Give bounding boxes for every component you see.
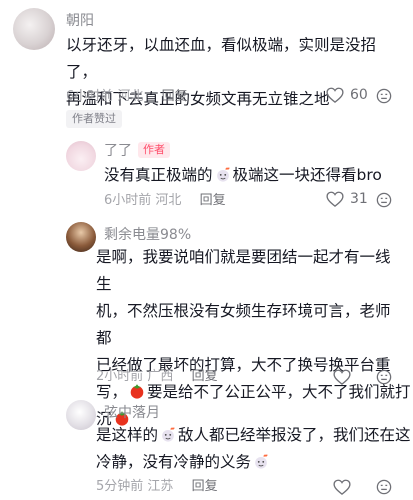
comment-location: 广西 (147, 369, 174, 384)
avatar[interactable] (66, 222, 96, 252)
comment-line: 以牙还牙，以血还血，看似极端，实则是没招了， (66, 36, 377, 81)
comment-time: 6小时前 (66, 89, 114, 104)
comment-item: 了了 作者 没有真正极端的 极端这一块还得看bro 6小时前 河北 回复 31 (0, 140, 413, 214)
commenter-name-text: 了了 (104, 143, 132, 159)
comment-meta: 6小时前 河北 回复 (66, 88, 188, 106)
comment-text-part: 敌人都已经举报没了，我们还在这 (178, 426, 411, 444)
comment-item: 朝阳 以牙还牙，以血还血，看似极端，实则是没招了， 再温和下去真正的女频文再无立… (0, 0, 413, 140)
comment-text-part: 是这样的 (96, 426, 159, 444)
like-count: 31 (350, 191, 368, 207)
bomb-emoji-icon (255, 454, 268, 469)
dislike-face-icon[interactable] (376, 369, 392, 385)
heart-outline-icon (326, 87, 344, 103)
comment-location: 河北 (117, 89, 144, 104)
heart-outline-icon (326, 191, 344, 207)
comment-text: 是这样的 敌人都已经举报没了，我们还在这 冷静，没有冷静的义务 (96, 422, 411, 476)
like-button[interactable]: 31 (326, 191, 368, 207)
avatar[interactable] (13, 8, 55, 50)
comment-time: 2小时前 (96, 369, 144, 384)
dislike-face-icon[interactable] (376, 192, 392, 208)
dislike-face-icon[interactable] (376, 88, 392, 104)
comment-time: 5分钟前 (96, 479, 144, 494)
comment-text-part: 没有真正极端的 (104, 166, 213, 184)
comment-meta: 6小时前 河北 回复 (104, 192, 226, 210)
author-liked-badge: 作者赞过 (66, 110, 122, 128)
reply-button[interactable]: 回复 (200, 193, 226, 208)
reply-button[interactable]: 回复 (162, 89, 188, 104)
reply-button[interactable]: 回复 (192, 479, 218, 494)
comment-line: 冷静，没有冷静的义务 (96, 449, 401, 476)
commenter-name[interactable]: 弦中落月 (104, 404, 160, 422)
comment-line: 是啊，我要说咱们就是要团结一起才有一线生 (96, 248, 391, 293)
commenter-name[interactable]: 朝阳 (66, 12, 94, 30)
bomb-emoji-icon (162, 427, 175, 442)
comment-time: 6小时前 (104, 193, 152, 208)
comment-line: 机，不然压根没有女频生存环境可言，老师都 (96, 302, 391, 347)
bomb-emoji-icon (216, 167, 230, 182)
avatar[interactable] (66, 141, 96, 171)
dislike-face-icon[interactable] (376, 479, 392, 495)
comment-text: 没有真正极端的 极端这一块还得看bro (104, 162, 394, 189)
comment-location: 河北 (155, 193, 182, 208)
commenter-name[interactable]: 剩余电量98% (104, 226, 191, 244)
like-button[interactable]: 60 (326, 87, 368, 103)
avatar[interactable] (66, 400, 96, 430)
comment-meta: 2小时前 广西 回复 (96, 368, 218, 386)
comment-item: 弦中落月 是这样的 敌人都已经举报没了，我们还在这 冷静，没有冷静的义务 5分钟前… (0, 400, 413, 500)
comment-location: 江苏 (147, 479, 174, 494)
reply-button[interactable]: 回复 (192, 369, 218, 384)
comment-meta: 5分钟前 江苏 回复 (96, 478, 218, 496)
commenter-name[interactable]: 了了 作者 (104, 142, 170, 160)
comment-item: 剩余电量98% 是啊，我要说咱们就是要团结一起才有一线生 机，不然压根没有女频生… (0, 222, 413, 428)
comment-text-part: 极端这一块还得看bro (232, 166, 382, 184)
comment-line: 是这样的 敌人都已经举报没了，我们还在这 (96, 422, 411, 449)
heart-outline-icon[interactable] (333, 369, 351, 385)
like-count: 60 (350, 87, 368, 103)
comment-text-part: 冷静，没有冷静的义务 (96, 453, 252, 471)
heart-outline-icon[interactable] (333, 479, 351, 495)
author-tag: 作者 (138, 142, 170, 158)
